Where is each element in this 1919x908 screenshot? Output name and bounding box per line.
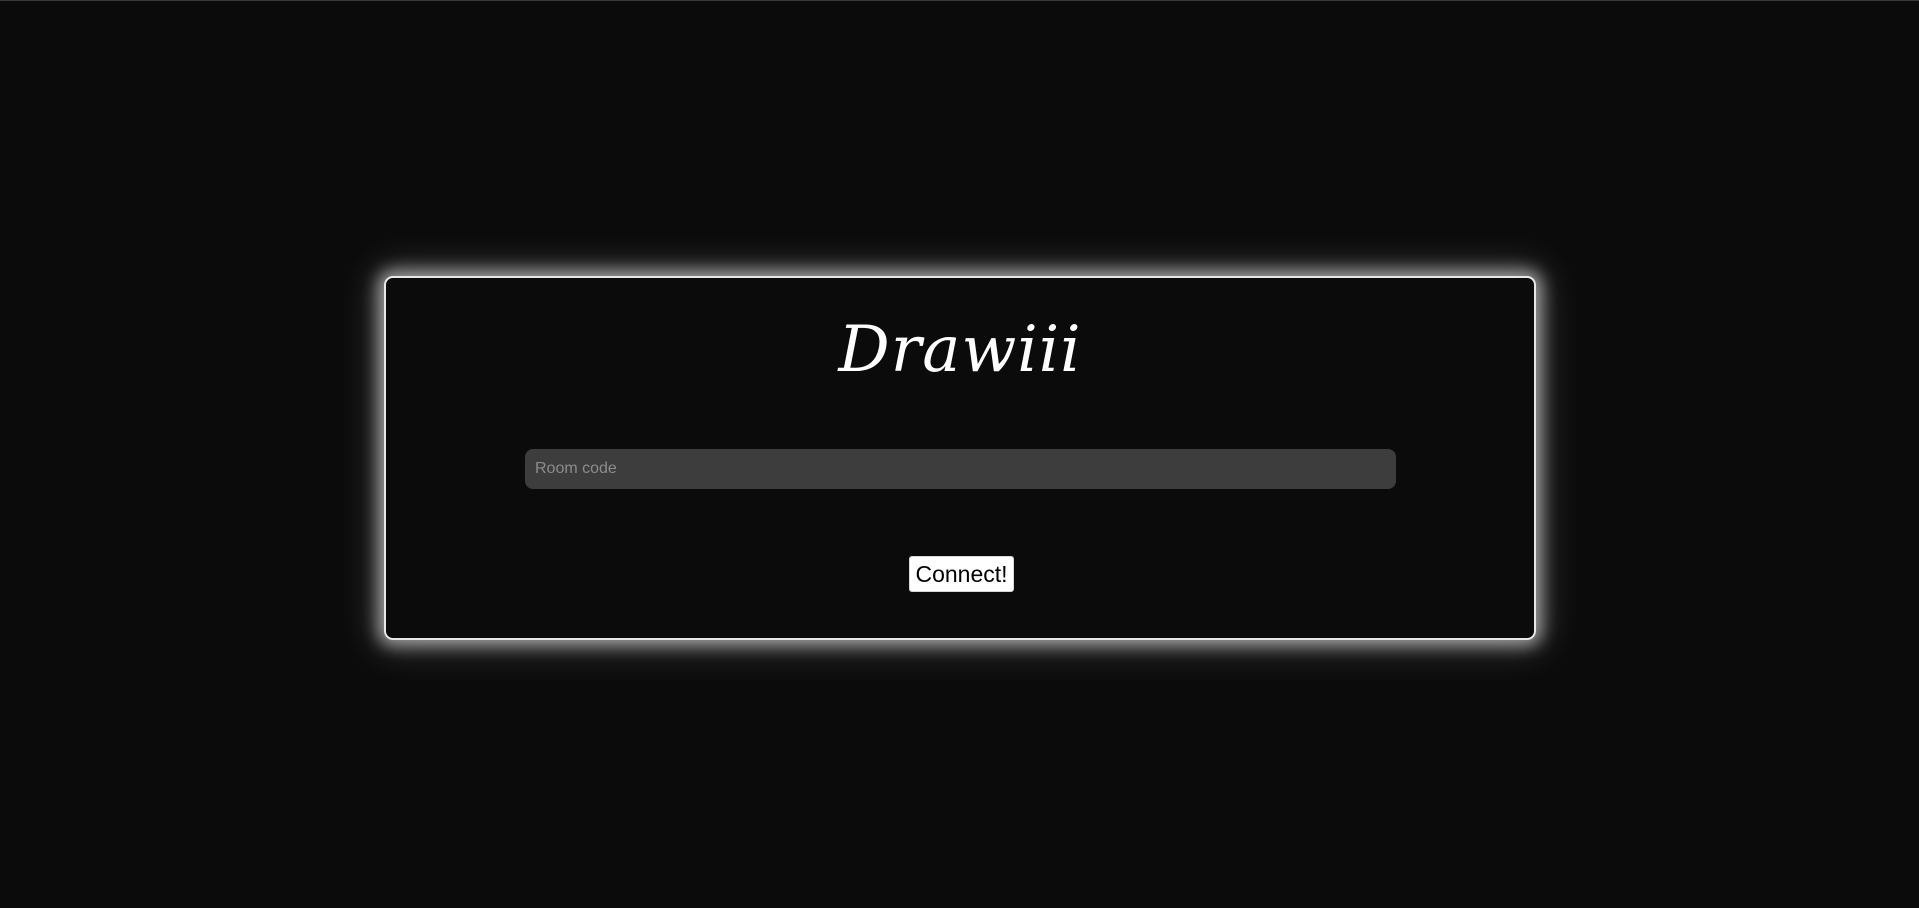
room-code-input[interactable] — [525, 449, 1396, 489]
connect-card: Drawiii Connect! — [384, 276, 1536, 640]
app-title: Drawiii — [838, 313, 1082, 387]
page: Drawiii Connect! — [0, 0, 1919, 908]
connect-button[interactable]: Connect! — [909, 556, 1014, 592]
